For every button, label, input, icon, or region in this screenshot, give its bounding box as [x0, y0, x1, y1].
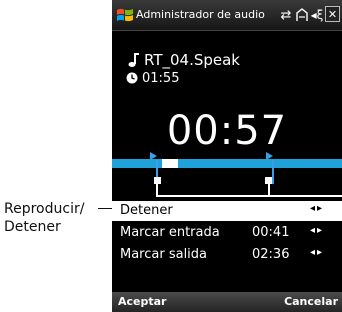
left-right-arrows-icon[interactable]: ◂▸: [310, 247, 324, 258]
file-info: RT_04.Speak: [126, 51, 240, 69]
recording-duration: 01:55: [142, 70, 180, 86]
left-right-arrows-icon[interactable]: ◂▸: [310, 225, 324, 236]
audio-file-icon: [128, 53, 139, 67]
mark-in-flag: [150, 152, 157, 160]
callout-line2: Detener: [4, 219, 61, 235]
windows-logo-icon[interactable]: [116, 7, 134, 23]
callout-line1: Reproducir/: [4, 201, 85, 217]
network-icon[interactable]: ⇄: [277, 6, 295, 24]
clock-icon: [126, 72, 138, 84]
signal-icon[interactable]: [295, 6, 309, 24]
recording-filename: RT_04.Speak: [144, 51, 240, 69]
left-right-arrows-icon[interactable]: ◂▸: [310, 203, 324, 214]
mark-in-handle: [154, 177, 161, 184]
option-value: 02:36: [252, 247, 290, 262]
option-label: Detener: [120, 203, 173, 218]
close-button[interactable]: ✕: [325, 6, 340, 22]
device-screen: Administrador de audio ⇄ ◂ξ ✕ RT_04.Spea…: [112, 0, 342, 312]
position-timeline[interactable]: [112, 152, 342, 202]
list-item-mark-in[interactable]: Marcar entrada 00:41 ◂▸: [112, 223, 342, 243]
duration-info: 01:55: [126, 70, 179, 86]
list-item-stop[interactable]: Detener ◂▸: [112, 201, 342, 221]
option-value: 00:41: [252, 225, 290, 240]
volume-icon[interactable]: ◂ξ: [310, 6, 324, 24]
list-item-mark-out[interactable]: Marcar salida 02:36 ◂▸: [112, 245, 342, 265]
app-title: Administrador de audio: [136, 8, 265, 21]
softkey-bar: Aceptar Cancelar: [112, 292, 342, 312]
playback-callout: Reproducir/ Detener: [4, 200, 84, 236]
timeline-track: [112, 159, 342, 168]
title-bar: Administrador de audio ⇄ ◂ξ ✕: [112, 0, 342, 31]
timeline-progress: [162, 159, 178, 168]
mark-out-handle: [265, 177, 272, 184]
mark-out-flag: [266, 152, 273, 160]
mark-in-bracket: [156, 184, 342, 197]
accept-softkey[interactable]: Aceptar: [118, 295, 166, 308]
option-label: Marcar entrada: [120, 225, 220, 240]
elapsed-time: 00:57: [166, 108, 288, 154]
cancel-softkey[interactable]: Cancelar: [284, 295, 338, 308]
option-label: Marcar salida: [120, 247, 208, 262]
